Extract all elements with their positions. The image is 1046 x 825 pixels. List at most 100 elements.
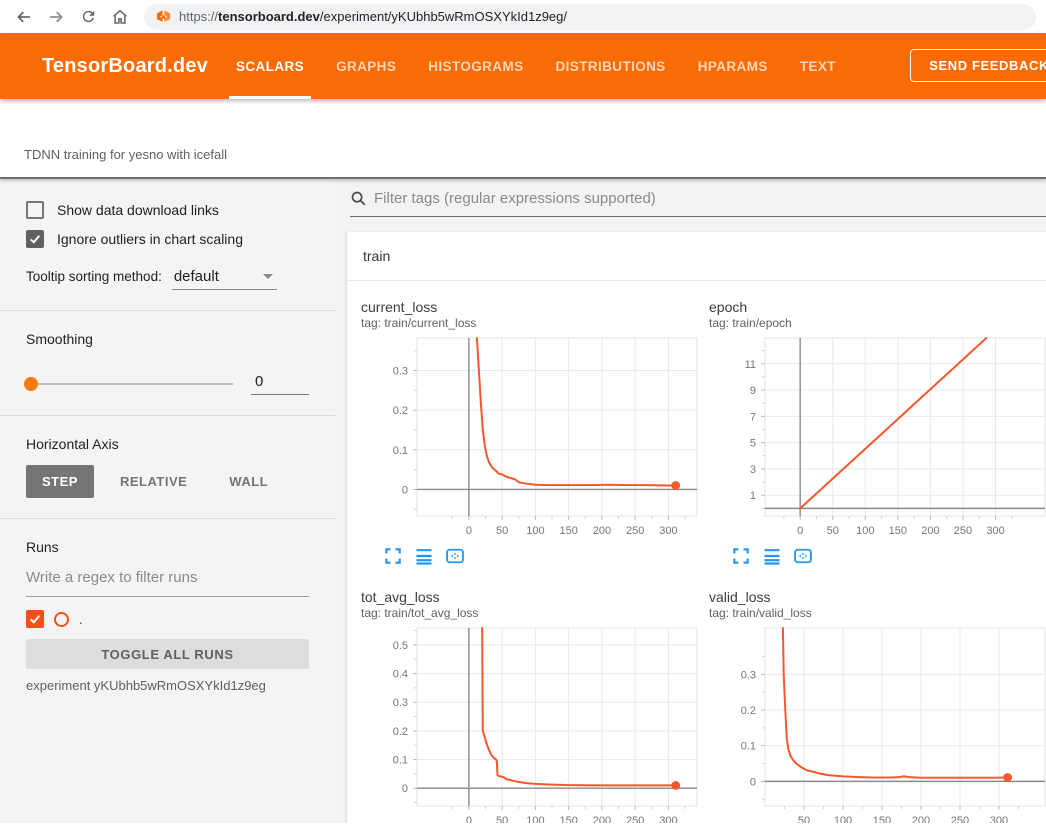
search-icon — [350, 190, 367, 207]
svg-text:250: 250 — [954, 525, 972, 537]
scalars-main: train current_loss tag: train/current_lo… — [335, 179, 1046, 823]
chart-tot-avg-loss: tot_avg_loss tag: train/tot_avg_loss 0 50… — [352, 580, 700, 823]
axis-wall-button[interactable]: WALL — [213, 465, 284, 498]
tensorboard-favicon-icon — [156, 9, 171, 24]
chart-title: current_loss — [361, 298, 700, 316]
svg-text:0.2: 0.2 — [393, 726, 408, 738]
fit-domain-icon[interactable] — [793, 546, 813, 566]
chart-title: tot_avg_loss — [361, 588, 700, 606]
show-download-links-checkbox[interactable]: Show data download links — [26, 201, 309, 219]
reload-icon[interactable] — [75, 4, 101, 30]
toggle-all-runs-button[interactable]: TOGGLE ALL RUNS — [26, 639, 309, 669]
browser-chrome: https://tensorboard.dev/experiment/yKUbh… — [0, 0, 1046, 33]
svg-text:0: 0 — [466, 525, 472, 537]
home-icon[interactable] — [107, 4, 133, 30]
svg-text:300: 300 — [659, 815, 677, 823]
log-scale-icon[interactable] — [762, 546, 782, 566]
tab-hparams[interactable]: HPARAMS — [682, 33, 784, 99]
svg-text:300: 300 — [986, 525, 1004, 537]
svg-text:200: 200 — [921, 525, 939, 537]
tab-distributions[interactable]: DISTRIBUTIONS — [540, 33, 682, 99]
smoothing-value-input[interactable]: 0 — [251, 373, 309, 395]
chart-current-loss: current_loss tag: train/current_loss 0 50… — [352, 290, 700, 580]
experiment-title: TDNN training for yesno with icefall — [24, 147, 227, 162]
experiment-id-note: experiment yKUbhb5wRmOSXYkId1z9eg — [26, 678, 309, 693]
slider-thumb[interactable] — [24, 377, 38, 391]
svg-text:300: 300 — [659, 525, 677, 537]
svg-text:9: 9 — [750, 385, 756, 397]
svg-text:50: 50 — [496, 815, 508, 823]
experiment-title-bar: TDNN training for yesno with icefall — [0, 99, 1046, 179]
chart-tag: tag: train/current_loss — [361, 316, 700, 331]
svg-text:3: 3 — [750, 464, 756, 476]
tab-text[interactable]: TEXT — [784, 33, 852, 99]
chart-title: epoch — [709, 298, 1046, 316]
back-icon[interactable] — [11, 4, 37, 30]
svg-text:0: 0 — [402, 484, 408, 496]
svg-text:0.4: 0.4 — [393, 669, 408, 681]
url-bar[interactable]: https://tensorboard.dev/experiment/yKUbh… — [144, 4, 1036, 30]
svg-text:200: 200 — [593, 815, 611, 823]
checkbox-unchecked-icon — [26, 201, 44, 219]
svg-text:150: 150 — [889, 525, 907, 537]
svg-text:100: 100 — [526, 525, 544, 537]
app-header: TensorBoard.dev SCALARS GRAPHS HISTOGRAM… — [0, 33, 1046, 99]
axis-step-button[interactable]: STEP — [26, 465, 94, 498]
svg-text:0.1: 0.1 — [393, 755, 408, 767]
svg-text:0.3: 0.3 — [393, 366, 408, 378]
tab-graphs[interactable]: GRAPHS — [320, 33, 412, 99]
tab-scalars[interactable]: SCALARS — [220, 33, 320, 99]
runs-regex-input[interactable] — [26, 569, 309, 586]
line-chart[interactable]: 0501001502002503001357911 — [709, 336, 1046, 544]
forward-icon[interactable] — [43, 4, 69, 30]
svg-text:250: 250 — [951, 815, 969, 823]
tensorboard-logo[interactable]: TensorBoard.dev — [42, 55, 204, 78]
svg-text:7: 7 — [750, 411, 756, 423]
line-chart[interactable]: 05010015020025030000.10.20.30.40.5 — [361, 626, 701, 823]
svg-text:100: 100 — [856, 525, 874, 537]
log-scale-icon[interactable] — [414, 546, 434, 566]
svg-text:0.2: 0.2 — [393, 405, 408, 417]
chart-valid-loss: valid_loss tag: train/valid_loss 5010015… — [700, 580, 1046, 823]
smoothing-label: Smoothing — [26, 331, 309, 347]
url-text: https://tensorboard.dev/experiment/yKUbh… — [179, 9, 567, 24]
charts-grid: current_loss tag: train/current_loss 0 50… — [347, 281, 1046, 823]
line-chart[interactable]: 05010015020025030000.10.20.3 — [361, 336, 701, 544]
expand-chart-icon[interactable] — [731, 546, 751, 566]
svg-text:150: 150 — [873, 815, 891, 823]
svg-text:100: 100 — [834, 815, 852, 823]
axis-relative-button[interactable]: RELATIVE — [104, 465, 203, 498]
tab-histograms[interactable]: HISTOGRAMS — [412, 33, 539, 99]
svg-text:200: 200 — [593, 525, 611, 537]
nav-tabs: SCALARS GRAPHS HISTOGRAMS DISTRIBUTIONS … — [220, 33, 852, 99]
svg-text:0.3: 0.3 — [741, 669, 756, 681]
svg-text:250: 250 — [626, 525, 644, 537]
svg-text:250: 250 — [626, 815, 644, 823]
chart-tag: tag: train/tot_avg_loss — [361, 606, 700, 621]
svg-text:50: 50 — [496, 525, 508, 537]
svg-text:100: 100 — [526, 815, 544, 823]
svg-text:150: 150 — [559, 815, 577, 823]
runs-label: Runs — [26, 539, 309, 555]
run-name: . — [79, 612, 83, 627]
expand-chart-icon[interactable] — [383, 546, 403, 566]
checkbox-checked-icon — [26, 230, 44, 248]
line-chart[interactable]: 5010015020025030000.10.20.3 — [709, 626, 1046, 823]
svg-text:0: 0 — [402, 783, 408, 795]
svg-text:200: 200 — [912, 815, 930, 823]
svg-text:1: 1 — [750, 490, 756, 502]
sidebar-divider — [0, 518, 335, 519]
train-section-card: train current_loss tag: train/current_lo… — [347, 232, 1046, 823]
train-section-header[interactable]: train — [347, 232, 1046, 281]
fit-domain-icon[interactable] — [445, 546, 465, 566]
svg-text:0: 0 — [466, 815, 472, 823]
sidebar-divider — [0, 310, 335, 311]
ignore-outliers-checkbox[interactable]: Ignore outliers in chart scaling — [26, 230, 309, 248]
run-checkbox-checked-icon[interactable] — [26, 610, 44, 628]
filter-tags-input[interactable] — [374, 190, 1046, 207]
svg-text:0.1: 0.1 — [741, 741, 756, 753]
tooltip-sorting-dropdown[interactable]: default — [172, 268, 277, 290]
chart-title: valid_loss — [709, 588, 1046, 606]
smoothing-slider[interactable] — [26, 383, 233, 385]
send-feedback-button[interactable]: SEND FEEDBACK — [910, 49, 1046, 82]
